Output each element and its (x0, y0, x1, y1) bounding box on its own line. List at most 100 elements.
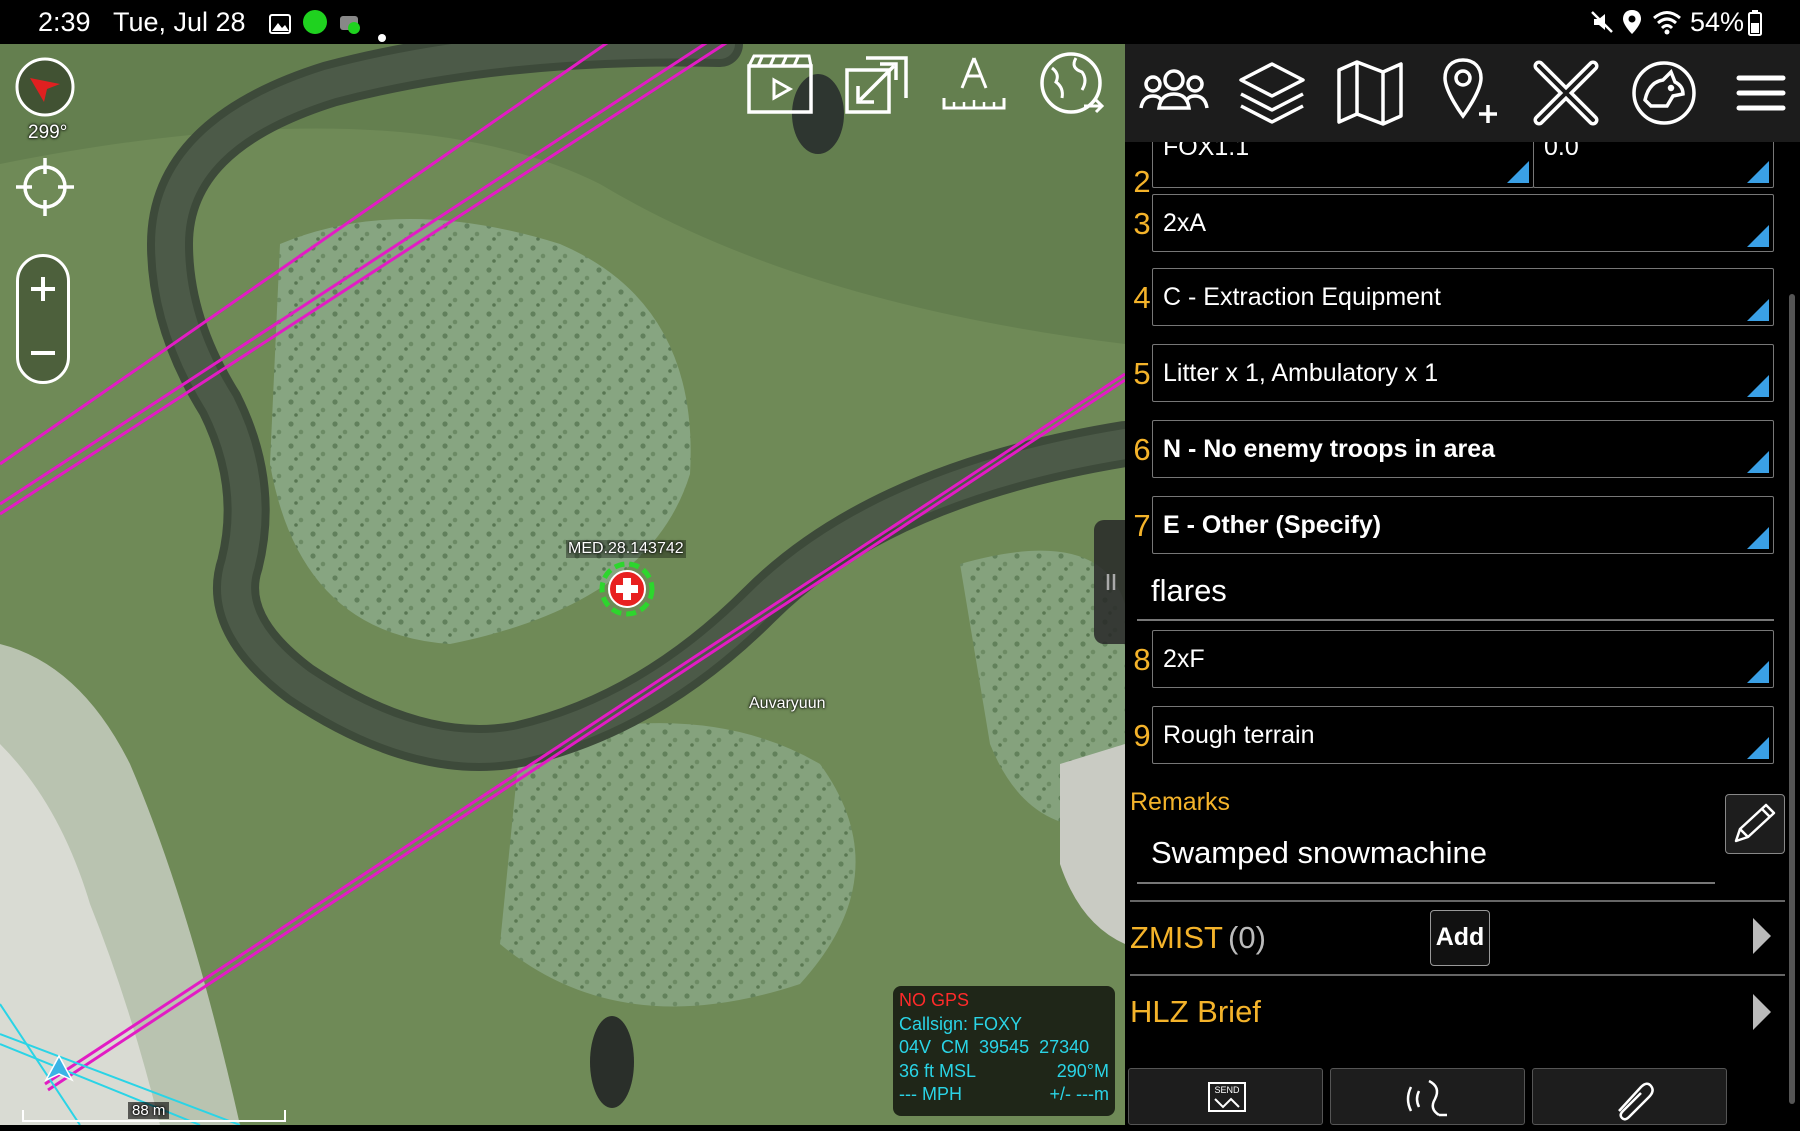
marker-label: MED.28.143742 (566, 540, 686, 558)
video-icon[interactable] (746, 52, 814, 121)
field-value: FOX1.1 (1163, 142, 1250, 161)
send-text: SEND (1214, 1085, 1240, 1095)
layers-icon[interactable] (1229, 50, 1315, 136)
row-number: 7 (1133, 508, 1151, 543)
toolbar (1125, 44, 1800, 142)
green-dot-icon (302, 9, 328, 42)
nine-line-panel: 2 FOX1.1 0.0 3 2xA 4 C - Extraction Equi… (1125, 44, 1800, 1125)
row2-frequency-select[interactable]: 0.0 (1533, 142, 1774, 188)
row6-security-select[interactable]: N - No enemy troops in area (1152, 420, 1774, 478)
close-icon[interactable] (1523, 50, 1609, 136)
panel-collapse-handle[interactable] (1094, 520, 1125, 644)
zmist-add-button[interactable]: Add (1430, 910, 1490, 966)
dog-icon[interactable] (1621, 50, 1707, 136)
row-number: 5 (1133, 356, 1151, 391)
row5-patients-select[interactable]: Litter x 1, Ambulatory x 1 (1152, 344, 1774, 402)
field-value: Rough terrain (1163, 721, 1315, 749)
callsign: Callsign: FOXY (899, 1013, 1023, 1034)
app-icon (337, 10, 363, 41)
zoom-in-button[interactable] (19, 257, 67, 319)
gps-info-panel: NO GPS Callsign: FOXY 04V CM 39545 27340… (893, 986, 1115, 1116)
remarks-input[interactable]: Swamped snowmachine (1137, 828, 1715, 884)
dropdown-indicator (1747, 661, 1769, 683)
row-number: 8 (1133, 642, 1151, 677)
image-icon (269, 10, 291, 41)
pencil-icon (1734, 803, 1776, 843)
resize-icon[interactable] (844, 54, 910, 121)
self-position-icon[interactable] (44, 1054, 74, 1089)
row-number: 4 (1133, 280, 1151, 315)
row4-equipment-select[interactable]: C - Extraction Equipment (1152, 268, 1774, 326)
menu-icon[interactable] (1719, 50, 1800, 136)
battery-text: 54% (1690, 7, 1745, 37)
zmist-section[interactable]: ZMIST (0) Add (1125, 902, 1785, 972)
voice-button[interactable] (1330, 1068, 1525, 1125)
form-scroll-area[interactable]: 2 FOX1.1 0.0 3 2xA 4 C - Extraction Equi… (1125, 142, 1785, 1057)
medevac-marker-icon[interactable] (598, 560, 656, 623)
dropdown-indicator (1507, 161, 1529, 183)
row8-nationality-select[interactable]: 2xF (1152, 630, 1774, 688)
gps-status: NO GPS (899, 990, 970, 1010)
row7-specify-input[interactable]: flares (1137, 566, 1774, 621)
wifi-icon (1652, 9, 1682, 42)
row2-callsign-select[interactable]: FOX1.1 (1152, 142, 1534, 188)
edit-remarks-button[interactable] (1725, 794, 1785, 854)
chevron-right-icon[interactable] (1753, 918, 1771, 954)
heading: 290°M (1056, 1060, 1109, 1081)
divider (1130, 974, 1785, 976)
chevron-right-icon[interactable] (1753, 994, 1771, 1030)
field-value: C - Extraction Equipment (1163, 283, 1441, 311)
crosshair-icon[interactable] (14, 156, 76, 223)
zoom-out-button[interactable] (19, 319, 67, 381)
status-date: Tue, Jul 28 (113, 7, 246, 37)
location-icon (1622, 9, 1642, 42)
grid-coordinates: 04V CM 39545 27340 (899, 1037, 1090, 1057)
send-icon: SEND (1208, 1082, 1246, 1112)
field-value: E - Other (Specify) (1163, 511, 1382, 539)
contacts-icon[interactable] (1131, 50, 1217, 136)
map-view[interactable]: 299° MED.28.143742 Auvaryuun 88 m (0, 44, 1125, 1125)
field-value: 0.0 (1544, 142, 1579, 161)
attachment-button[interactable] (1532, 1068, 1727, 1125)
row-number: 9 (1133, 718, 1151, 753)
scale-label: 88 m (128, 1102, 170, 1119)
mute-icon (1590, 10, 1614, 41)
row-number: 6 (1133, 432, 1151, 467)
hlz-brief-section[interactable]: HLZ Brief (1125, 978, 1785, 1048)
hlz-brief-label: HLZ Brief (1130, 994, 1261, 1029)
row-number: 2 (1133, 164, 1151, 199)
row9-terrain-select[interactable]: Rough terrain (1152, 706, 1774, 764)
battery-icon (1748, 10, 1762, 43)
field-value: Litter x 1, Ambulatory x 1 (1163, 359, 1439, 387)
dropdown-indicator (1747, 225, 1769, 247)
row3-precedence-select[interactable]: 2xA (1152, 194, 1774, 252)
globe-icon[interactable] (1038, 50, 1108, 125)
voice-icon (1406, 1079, 1447, 1117)
row-number: 3 (1133, 206, 1151, 241)
dropdown-indicator (1747, 375, 1769, 397)
send-button[interactable]: SEND (1128, 1068, 1323, 1125)
satellite-imagery (0, 44, 1125, 1125)
dropdown-indicator (1747, 451, 1769, 473)
speed: --- MPH (899, 1084, 962, 1104)
zmist-label: ZMIST (1130, 920, 1223, 955)
map-icon[interactable] (1327, 50, 1413, 136)
status-bar: 2:39 Tue, Jul 28 54% (0, 0, 1800, 44)
row7-marking-select[interactable]: E - Other (Specify) (1152, 496, 1774, 554)
scrollbar[interactable] (1789, 294, 1795, 1104)
compass-icon[interactable] (14, 56, 76, 123)
add-location-icon[interactable] (1425, 50, 1511, 136)
place-label: Auvaryuun (749, 695, 826, 712)
status-time: 2:39 (38, 7, 91, 37)
remarks-label: Remarks (1130, 788, 1231, 816)
field-value: N - No enemy troops in area (1163, 435, 1496, 463)
compass-heading: 299° (28, 122, 68, 143)
dropdown-indicator (1747, 527, 1769, 549)
field-value: 2xA (1163, 209, 1207, 237)
accuracy: +/- ---m (1049, 1084, 1109, 1104)
measure-icon[interactable] (940, 54, 1008, 121)
zmist-count: (0) (1228, 920, 1266, 955)
dropdown-indicator (1747, 737, 1769, 759)
dropdown-indicator (1747, 161, 1769, 183)
zoom-control (16, 254, 70, 384)
